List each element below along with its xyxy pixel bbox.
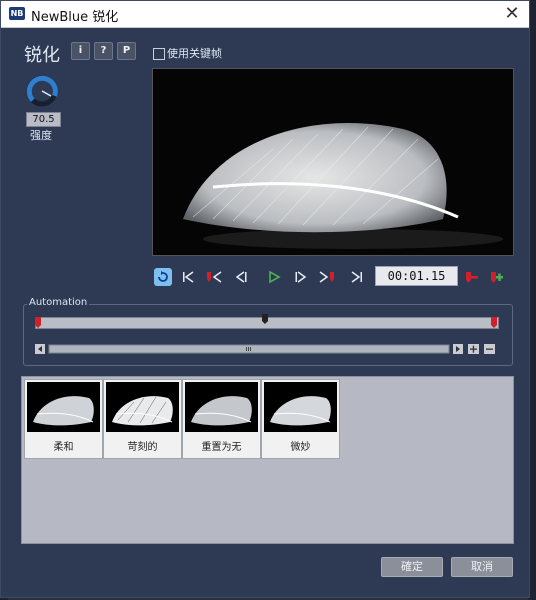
- remove-keyframe-button[interactable]: [463, 268, 481, 286]
- preset-label: 柔和: [53, 442, 74, 453]
- preset-item[interactable]: 微妙: [261, 379, 340, 459]
- step-back-icon: [235, 271, 247, 283]
- automation-label: Automation: [27, 297, 90, 308]
- loop-icon: [158, 271, 168, 282]
- preset-thumbnail: [106, 382, 179, 432]
- preset-item[interactable]: 苛刻的: [103, 379, 182, 459]
- sharpen-dialog: NB NewBlue 锐化 ✕ 锐化 i ? P 使用关键帧 70.5 强度 0…: [0, 0, 530, 598]
- zoom-out-icon: [486, 348, 493, 350]
- playhead-marker[interactable]: [262, 314, 268, 324]
- prev-keyframe-icon: [207, 271, 222, 283]
- strength-knob[interactable]: [24, 73, 60, 109]
- step-forward-icon: [295, 271, 307, 283]
- timeline-scrollbar[interactable]: [35, 343, 495, 354]
- preset-thumbnail: [264, 382, 337, 432]
- next-keyframe-button[interactable]: [318, 268, 336, 286]
- close-button[interactable]: ✕: [501, 3, 523, 25]
- skip-start-icon: [183, 271, 194, 283]
- go-to-start-button[interactable]: [179, 268, 197, 286]
- feather-image: [153, 69, 513, 255]
- help-button[interactable]: ?: [94, 42, 113, 60]
- preset-thumbnail: [27, 382, 100, 432]
- preset-label: 苛刻的: [127, 442, 158, 453]
- preset-item[interactable]: 重置为无: [182, 379, 261, 459]
- preset-thumbnail: [185, 382, 258, 432]
- preset-item[interactable]: 柔和: [24, 379, 103, 459]
- keyframe-minus-icon: [466, 272, 478, 283]
- preset-label: 微妙: [290, 442, 311, 453]
- keyframe-track[interactable]: [35, 314, 499, 329]
- loop-button[interactable]: [154, 268, 172, 286]
- preset-gallery: 柔和 苛刻的 重置为无 微妙: [21, 376, 514, 544]
- skip-end-icon: [351, 271, 362, 283]
- play-icon: [269, 270, 281, 284]
- strength-value-field[interactable]: 70.5: [26, 112, 61, 127]
- strength-label: 强度: [30, 129, 52, 142]
- step-back-button[interactable]: [232, 268, 250, 286]
- transport-bar: [152, 265, 522, 287]
- prev-keyframe-button[interactable]: [205, 268, 223, 286]
- keyframe-checkbox[interactable]: [153, 48, 165, 60]
- keyframe-plus-icon: [491, 272, 503, 283]
- newblue-logo-icon: NB: [9, 7, 25, 20]
- title-bar: NB NewBlue 锐化 ✕: [1, 1, 529, 28]
- start-keyframe-marker[interactable]: [35, 317, 41, 328]
- automation-panel: [23, 304, 513, 366]
- cancel-button[interactable]: 取消: [451, 557, 513, 577]
- add-keyframe-button[interactable]: [488, 268, 506, 286]
- preset-button[interactable]: P: [117, 42, 136, 60]
- ok-button[interactable]: 確定: [381, 557, 443, 577]
- window-title: NewBlue 锐化: [31, 10, 119, 25]
- end-keyframe-marker[interactable]: [491, 317, 497, 328]
- keyframe-label: 使用关键帧: [167, 47, 222, 60]
- video-preview: [152, 68, 514, 256]
- next-keyframe-icon: [319, 271, 334, 283]
- timecode-display[interactable]: 00:01.15: [375, 266, 458, 286]
- play-button[interactable]: [265, 268, 283, 286]
- go-to-end-button[interactable]: [348, 268, 366, 286]
- step-forward-button[interactable]: [292, 268, 310, 286]
- preset-label: 重置为无: [201, 442, 242, 453]
- effect-title: 锐化: [24, 45, 60, 66]
- zoom-in-icon: [472, 345, 475, 353]
- info-button[interactable]: i: [71, 42, 90, 60]
